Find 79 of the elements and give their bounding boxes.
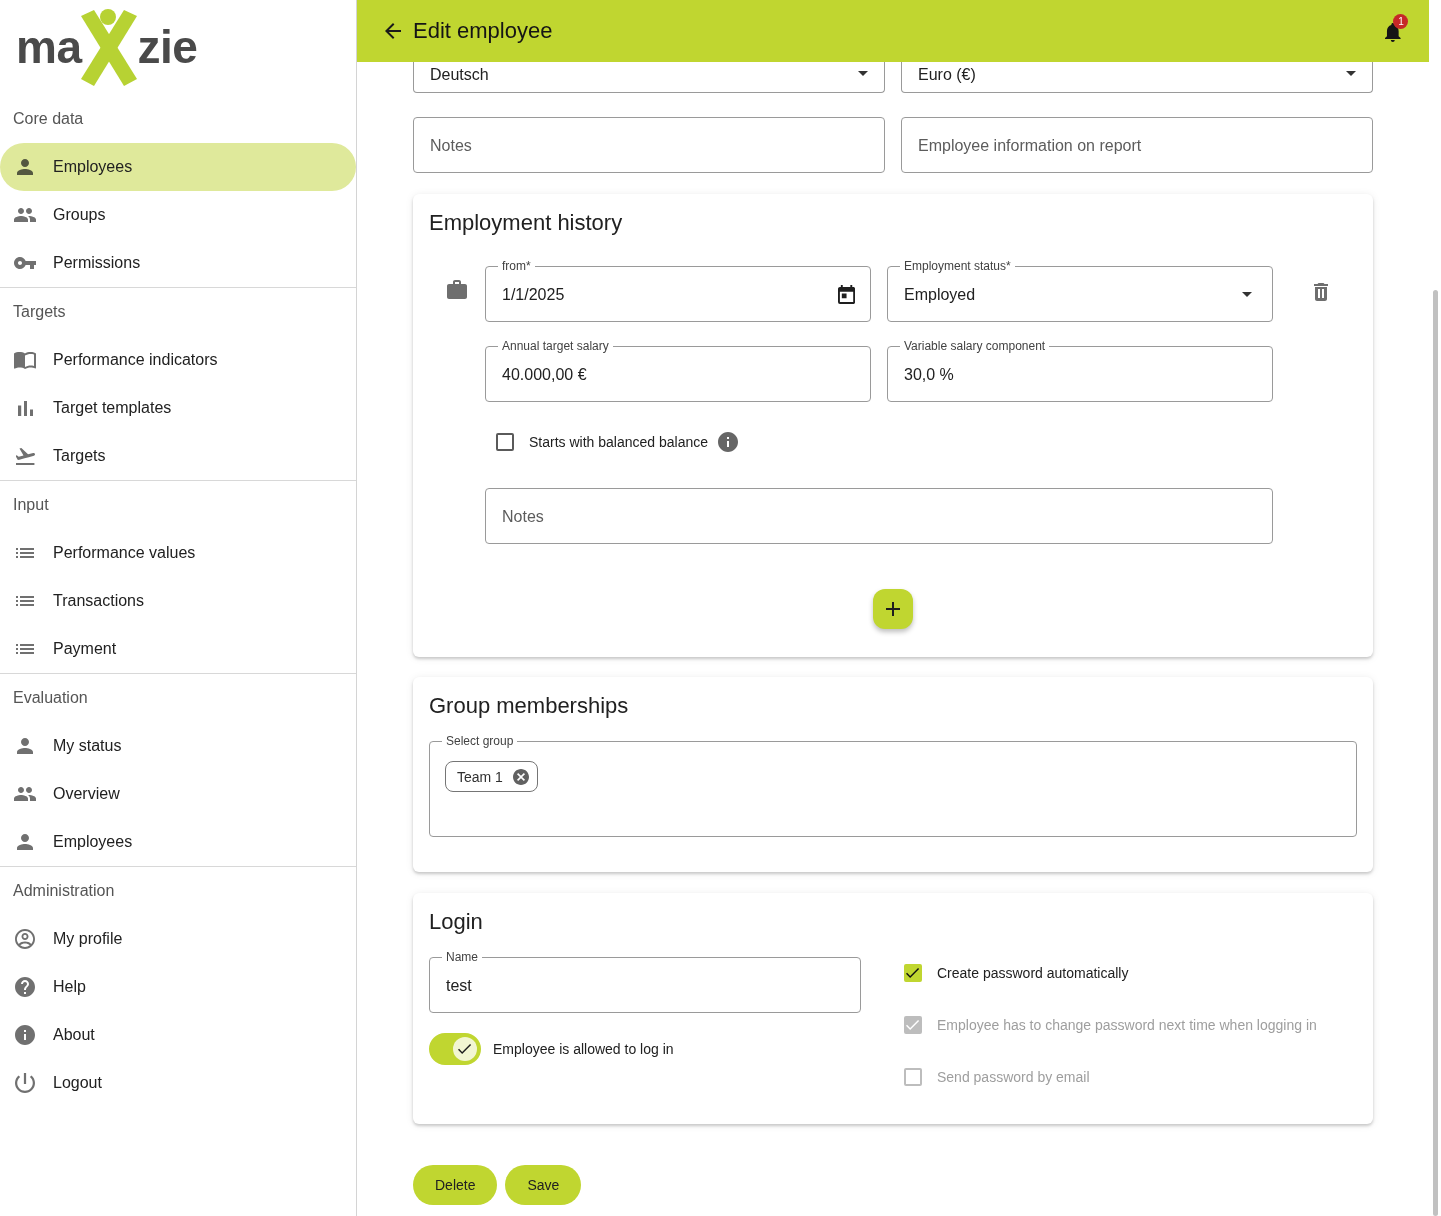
nav-section-title: Targets [12, 302, 67, 322]
logo-text: zie [137, 24, 198, 70]
bar-chart-icon [17, 400, 33, 416]
dropdown-caret-icon [858, 71, 868, 76]
date-field[interactable]: from* 1/1/2025 [485, 259, 871, 322]
page-title: Edit employee [413, 18, 553, 44]
plus-icon [886, 602, 900, 616]
select-field[interactable]: Deutsch [413, 62, 885, 93]
nav-item[interactable]: Help [0, 963, 356, 1011]
checkbox-label: Create password automatically [937, 965, 1129, 981]
input-field[interactable]: Notes [485, 488, 1273, 544]
nav-item[interactable]: Targets [0, 432, 356, 480]
nav-item[interactable]: Employees [0, 818, 356, 866]
notification-badge: 1 [1393, 13, 1409, 29]
close-icon[interactable] [512, 768, 529, 785]
toggle-thumb[interactable] [453, 1037, 477, 1061]
briefcase-icon [447, 280, 467, 299]
checkbox-label: Starts with balanced balance [529, 434, 708, 450]
help-icon [15, 977, 35, 997]
select-field[interactable]: Euro (€) [901, 62, 1373, 93]
nav-item[interactable]: Overview [0, 770, 356, 818]
nav-section-title: Evaluation [12, 688, 89, 708]
people-icon [14, 208, 36, 222]
person-icon [17, 159, 33, 175]
nav-item[interactable]: Performance indicators [0, 336, 356, 384]
card-title: Login [429, 908, 484, 936]
nav-item[interactable]: Logout [0, 1059, 356, 1107]
checkbox-label: Employee has to change password next time when logging in [937, 1017, 1317, 1033]
select-field[interactable]: Employment status* Employed [887, 259, 1273, 322]
info-icon[interactable] [718, 432, 738, 452]
key-icon [14, 257, 36, 269]
bell-icon[interactable] [1385, 22, 1401, 42]
nav-item[interactable]: Performance values [0, 529, 356, 577]
calendar-icon[interactable] [837, 284, 855, 304]
nav-item[interactable]: My status [0, 722, 356, 770]
info-icon [15, 1025, 35, 1045]
nav-item[interactable]: Target templates [0, 384, 356, 432]
nav-item[interactable]: Employees [0, 143, 356, 191]
logo-figure-icon [81, 8, 138, 86]
save-button[interactable]: Save [505, 1165, 582, 1205]
logo-text: ma [16, 24, 82, 70]
dropdown-caret-icon [1242, 291, 1252, 297]
list-icon [16, 596, 34, 606]
nav-item[interactable]: Groups [0, 191, 356, 239]
checkbox-label: Send password by email [937, 1069, 1090, 1085]
add-button[interactable] [873, 589, 913, 629]
input-field[interactable]: Employee information on report [901, 117, 1373, 173]
scrollbar-thumb[interactable] [1433, 290, 1438, 1216]
nav-item[interactable]: Payment [0, 625, 356, 673]
nav-section-title: Input [12, 495, 50, 515]
nav-section-title: Administration [12, 881, 116, 901]
nav-item[interactable]: My profile [0, 915, 356, 963]
toggle-label: Employee is allowed to log in [493, 1041, 674, 1057]
checkbox[interactable] [496, 433, 514, 451]
input-field[interactable]: Name test [429, 950, 861, 1013]
airplane-icon [15, 447, 35, 465]
toggle-switch[interactable] [429, 1033, 481, 1065]
nav-section-title: Core data [12, 109, 85, 129]
card-title: Group memberships [429, 692, 630, 720]
input-field[interactable]: Variable salary component 30,0 % [887, 339, 1273, 402]
nav-item[interactable]: Permissions [0, 239, 356, 287]
input-field[interactable]: Notes [413, 117, 885, 173]
nav-item[interactable]: Transactions [0, 577, 356, 625]
person-icon [17, 738, 33, 754]
power-icon [15, 1073, 35, 1093]
person-icon [17, 834, 33, 850]
people-icon [14, 787, 36, 801]
list-icon [16, 644, 34, 654]
delete-button[interactable]: Delete [413, 1165, 498, 1205]
group-chip[interactable]: Team 1 [445, 761, 538, 792]
list-icon [16, 548, 34, 558]
input-field[interactable]: Annual target salary 40.000,00 € [485, 339, 871, 402]
nav-item[interactable]: About [0, 1011, 356, 1059]
card-title: Employment history [429, 209, 624, 237]
chip-select-field[interactable]: Select group Team 1 [429, 734, 1357, 837]
delete-icon[interactable] [1314, 283, 1328, 301]
book-icon [14, 351, 36, 369]
dropdown-caret-icon [1346, 71, 1356, 76]
back-arrow-icon[interactable] [385, 23, 401, 39]
